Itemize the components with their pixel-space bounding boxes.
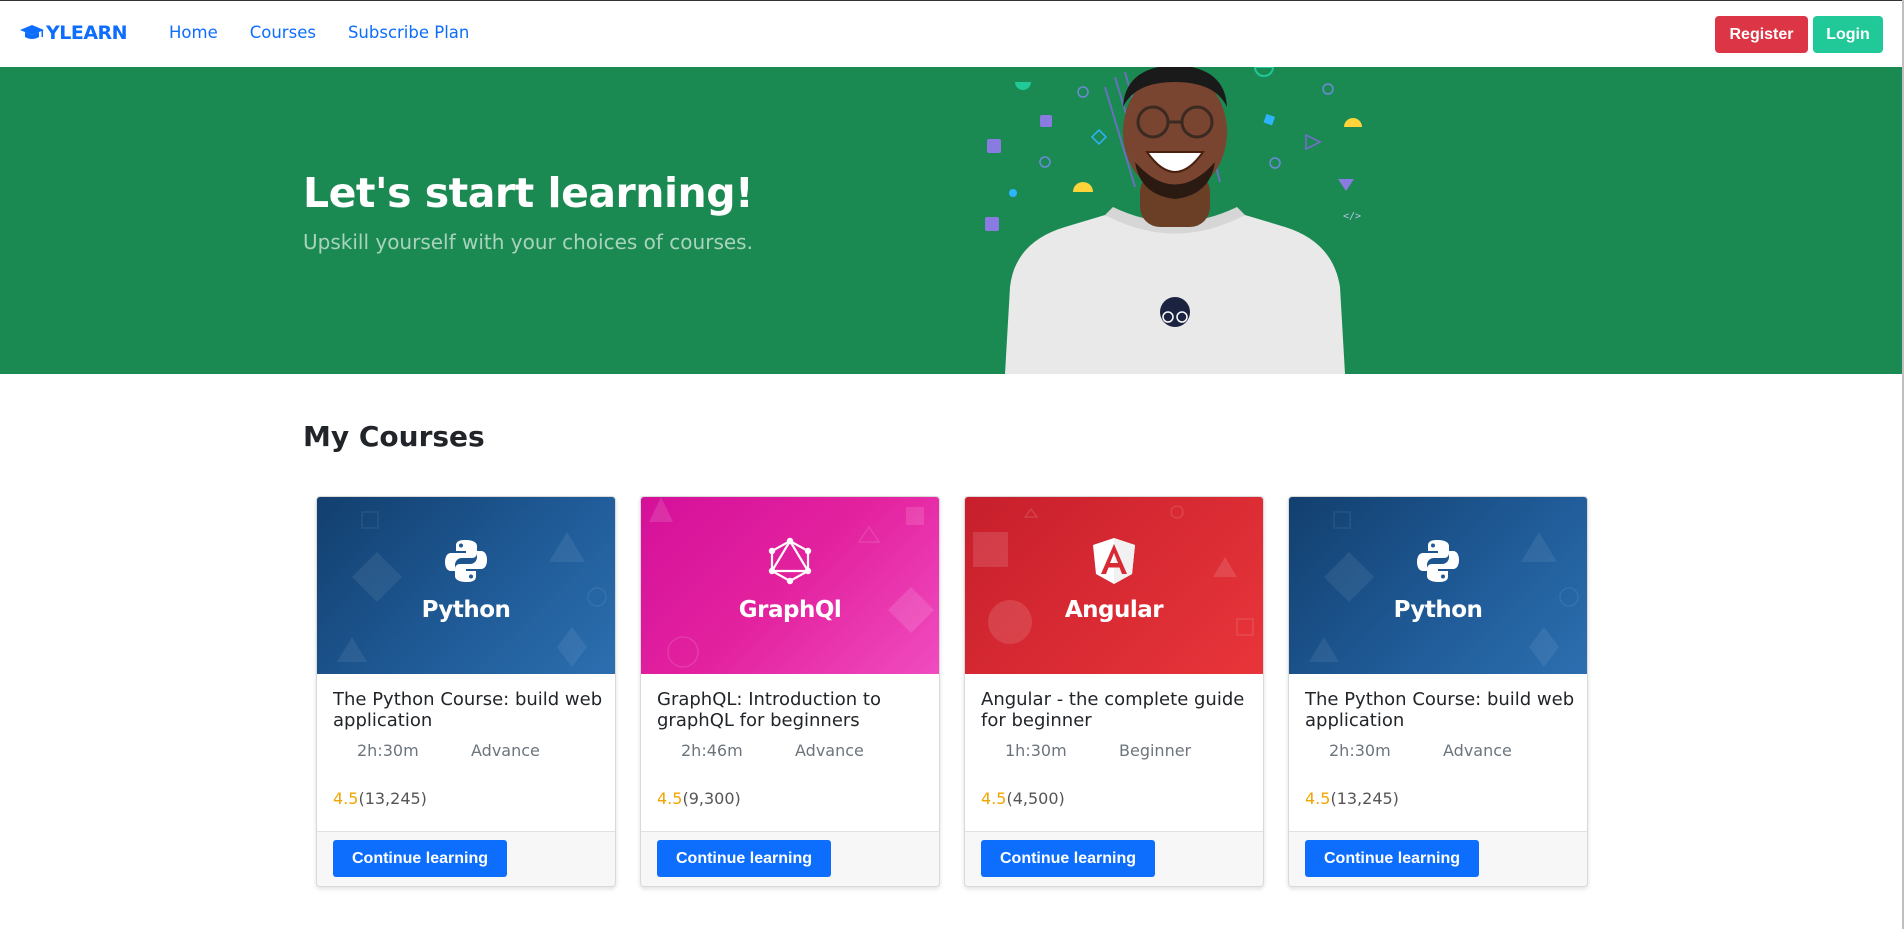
rating-score: 4.5 <box>1305 789 1331 808</box>
course-card[interactable]: Python The Python Course: build web appl… <box>316 496 616 887</box>
course-meta: 2h:30m Advance <box>1305 741 1575 761</box>
nav-link-subscribe-plan[interactable]: Subscribe Plan <box>348 23 469 42</box>
navbar: YLEARN Home Courses Subscribe Plan Regis… <box>0 0 1904 67</box>
angular-logo-icon <box>1093 538 1135 584</box>
course-tech-label: Python <box>1393 597 1483 623</box>
course-card[interactable]: GraphQl GraphQL: Introduction to graphQL… <box>640 496 940 887</box>
rating-count: (13,245) <box>358 789 427 808</box>
course-title[interactable]: GraphQL: Introduction to graphQL for beg… <box>657 689 927 731</box>
course-tech-label: GraphQl <box>738 597 842 623</box>
rating-count: (13,245) <box>1330 789 1399 808</box>
card-footer: Continue learning <box>1289 831 1587 886</box>
graduation-cap-icon <box>20 25 44 39</box>
hero-person-illustration: </> <box>985 67 1362 374</box>
card-footer: Continue learning <box>641 831 939 886</box>
course-thumbnail: GraphQl <box>641 497 939 674</box>
course-title[interactable]: The Python Course: build web application <box>333 689 603 731</box>
course-duration: 2h:30m <box>1329 741 1391 760</box>
rating-score: 4.5 <box>333 789 359 808</box>
continue-learning-button[interactable]: Continue learning <box>1305 840 1479 877</box>
course-level: Advance <box>1443 741 1512 760</box>
hero-subtitle: Upskill yourself with your choices of co… <box>303 230 753 254</box>
continue-learning-button[interactable]: Continue learning <box>333 840 507 877</box>
my-courses-heading: My Courses <box>303 420 485 453</box>
course-thumbnail: Python <box>317 497 615 674</box>
course-rating: 4.5(9,300) <box>657 789 741 808</box>
course-card[interactable]: Angular Angular - the complete guide for… <box>964 496 1264 887</box>
nav-links: Home Courses Subscribe Plan <box>169 23 469 42</box>
course-thumbnail: Python <box>1289 497 1587 674</box>
hero-title: Let's start learning! <box>303 169 754 217</box>
rating-count: (4,500) <box>1006 789 1065 808</box>
card-footer: Continue learning <box>965 831 1263 886</box>
course-meta: 1h:30m Beginner <box>981 741 1251 761</box>
brand-logo[interactable]: YLEARN <box>20 22 128 44</box>
course-level: Advance <box>471 741 540 760</box>
course-title[interactable]: The Python Course: build web application <box>1305 689 1575 731</box>
course-duration: 2h:30m <box>357 741 419 760</box>
card-footer: Continue learning <box>317 831 615 886</box>
register-button[interactable]: Register <box>1715 16 1808 53</box>
rating-score: 4.5 <box>657 789 683 808</box>
rating-count: (9,300) <box>682 789 741 808</box>
course-tech-label: Python <box>421 597 511 623</box>
course-thumbnail: Angular <box>965 497 1263 674</box>
continue-learning-button[interactable]: Continue learning <box>657 840 831 877</box>
course-rating: 4.5(13,245) <box>1305 789 1399 808</box>
course-level: Advance <box>795 741 864 760</box>
svg-text:</>: </> <box>1343 211 1361 222</box>
continue-learning-button[interactable]: Continue learning <box>981 840 1155 877</box>
python-logo-icon <box>1417 540 1459 582</box>
login-button[interactable]: Login <box>1813 16 1883 53</box>
course-meta: 2h:30m Advance <box>333 741 603 761</box>
brand-name: YLEARN <box>46 22 128 44</box>
python-logo-icon <box>445 540 487 582</box>
course-duration: 2h:46m <box>681 741 743 760</box>
hero-banner: Let's start learning! Upskill yourself w… <box>0 67 1904 374</box>
course-level: Beginner <box>1119 741 1192 760</box>
course-duration: 1h:30m <box>1005 741 1067 760</box>
course-tech-label: Angular <box>1064 597 1164 623</box>
nav-link-home[interactable]: Home <box>169 23 218 42</box>
rating-score: 4.5 <box>981 789 1007 808</box>
course-card[interactable]: Python The Python Course: build web appl… <box>1288 496 1588 887</box>
nav-link-courses[interactable]: Courses <box>250 23 316 42</box>
course-meta: 2h:46m Advance <box>657 741 927 761</box>
course-rating: 4.5(13,245) <box>333 789 427 808</box>
course-title[interactable]: Angular - the complete guide for beginne… <box>981 689 1251 731</box>
course-rating: 4.5(4,500) <box>981 789 1065 808</box>
graphql-logo-icon <box>768 537 812 585</box>
